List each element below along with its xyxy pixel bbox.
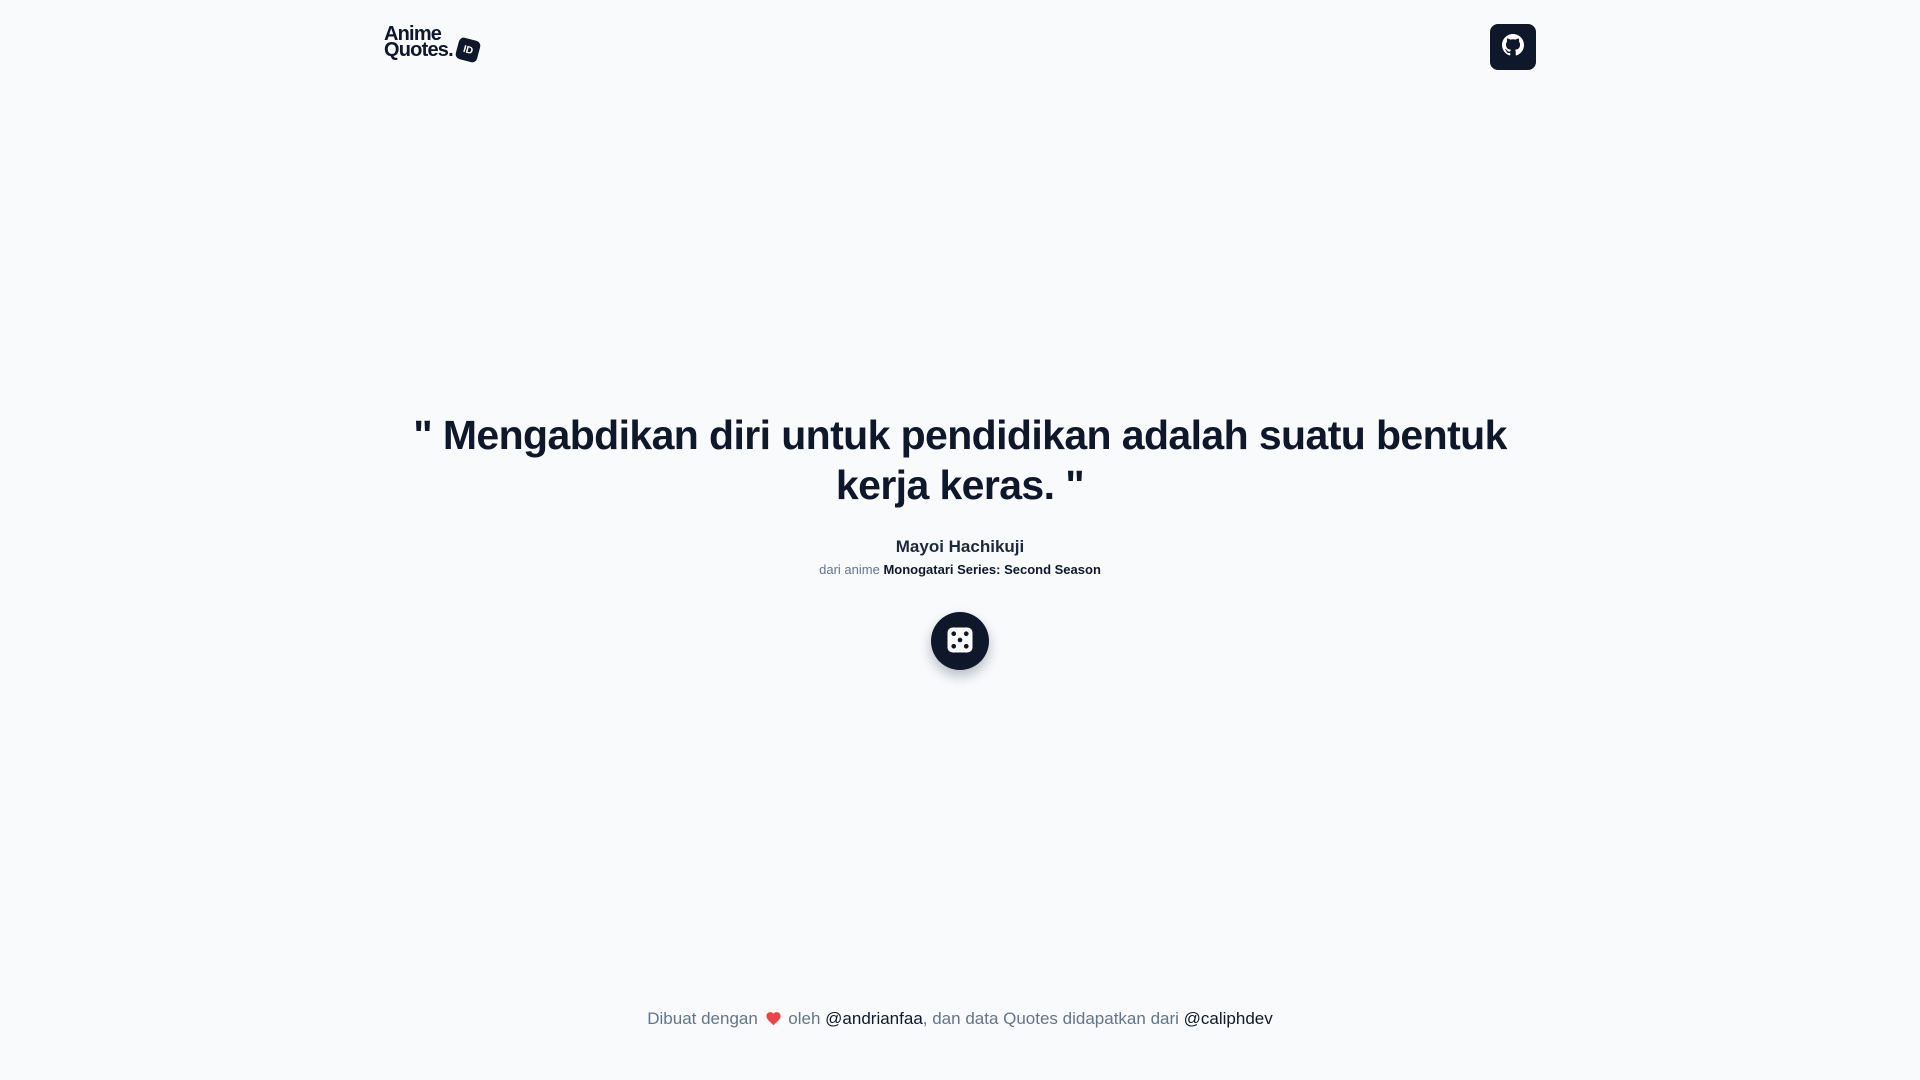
footer-made-with: Dibuat dengan (647, 1009, 758, 1028)
anime-title: Monogatari Series: Second Season (883, 562, 1101, 577)
footer-by: oleh (788, 1009, 821, 1028)
quote-section: " Mengabdikan diri untuk pendidikan adal… (400, 410, 1520, 578)
site-header: Anime Quotes. ID (0, 0, 1920, 94)
site-footer: Dibuat dengan oleh @andrianfaa, dan data… (0, 1008, 1920, 1030)
character-name: Mayoi Hachikuji (895, 537, 1025, 556)
anime-source: dari anime Monogatari Series: Second Sea… (400, 562, 1520, 578)
quote-text: " Mengabdikan diri untuk pendidikan adal… (413, 412, 1507, 508)
github-icon (1502, 33, 1524, 61)
author-link[interactable]: @andrianfaa (825, 1009, 923, 1028)
logo-id-badge: ID (454, 36, 482, 64)
source-prefix: dari anime (819, 562, 880, 577)
github-button[interactable] (1490, 24, 1536, 70)
random-quote-button[interactable] (931, 612, 989, 670)
site-logo[interactable]: Anime Quotes. ID (384, 24, 494, 66)
footer-data-text: , dan data Quotes didapatkan dari (922, 1009, 1179, 1028)
heart-icon (765, 1010, 782, 1027)
dice-icon (945, 625, 975, 658)
data-source-link[interactable]: @caliphdev (1184, 1009, 1273, 1028)
